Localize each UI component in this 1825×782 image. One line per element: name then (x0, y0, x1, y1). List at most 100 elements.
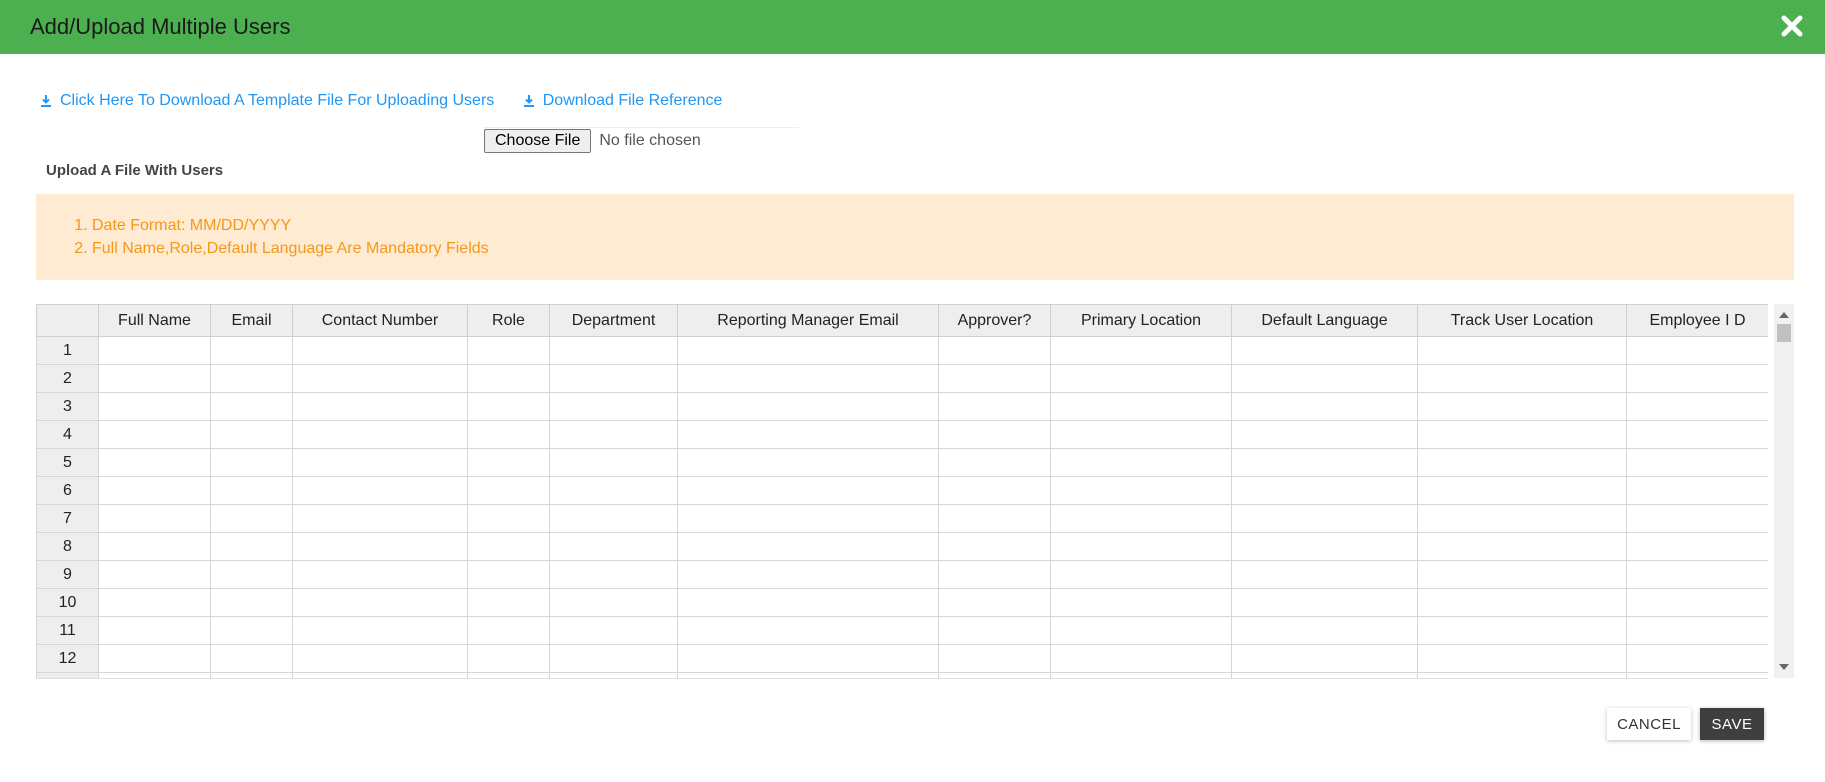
grid-cell[interactable] (1231, 504, 1418, 533)
grid-cell[interactable] (210, 588, 293, 617)
row-number[interactable]: 8 (36, 532, 99, 561)
grid-cell[interactable] (677, 476, 939, 505)
grid-cell[interactable] (1231, 448, 1418, 477)
grid-cell[interactable] (938, 448, 1051, 477)
grid-cell[interactable] (677, 616, 939, 645)
column-header-email[interactable]: Email (210, 304, 293, 337)
column-header-approver[interactable]: Approver? (938, 304, 1051, 337)
grid-cell[interactable] (467, 420, 550, 449)
grid-cell[interactable] (98, 532, 211, 561)
grid-cell[interactable] (938, 392, 1051, 421)
grid-cell[interactable] (677, 560, 939, 589)
grid-cell[interactable] (467, 560, 550, 589)
grid-cell[interactable] (292, 644, 468, 673)
grid-cell[interactable] (210, 420, 293, 449)
grid-cell[interactable] (1050, 448, 1232, 477)
grid-cell[interactable] (677, 532, 939, 561)
grid-cell[interactable] (210, 644, 293, 673)
grid-cell[interactable] (938, 364, 1051, 393)
grid-cell[interactable] (98, 476, 211, 505)
grid-cell[interactable] (210, 616, 293, 645)
grid-cell[interactable] (210, 560, 293, 589)
grid-cell[interactable] (1050, 420, 1232, 449)
row-number[interactable]: 7 (36, 504, 99, 533)
grid-cell[interactable] (1050, 644, 1232, 673)
grid-cell[interactable] (1231, 560, 1418, 589)
grid-cell[interactable] (1417, 616, 1627, 645)
column-header-track-user-location[interactable]: Track User Location (1417, 304, 1627, 337)
grid-cell[interactable] (1050, 532, 1232, 561)
grid-cell[interactable] (210, 504, 293, 533)
grid-cell[interactable] (292, 420, 468, 449)
grid-cell[interactable] (1417, 420, 1627, 449)
save-button[interactable]: SAVE (1700, 708, 1764, 740)
grid-cell[interactable] (549, 392, 678, 421)
grid-cell[interactable] (1626, 364, 1768, 393)
grid-cell[interactable] (1050, 504, 1232, 533)
grid-cell[interactable] (1231, 644, 1418, 673)
grid-cell[interactable] (1417, 532, 1627, 561)
grid-cell[interactable] (292, 392, 468, 421)
grid-cell[interactable] (1050, 588, 1232, 617)
column-header-role[interactable]: Role (467, 304, 550, 337)
grid-cell[interactable] (1231, 672, 1418, 678)
scroll-down-icon[interactable] (1779, 664, 1789, 670)
grid-cell[interactable] (467, 616, 550, 645)
grid-cell[interactable] (938, 644, 1051, 673)
grid-cell[interactable] (677, 644, 939, 673)
grid-cell[interactable] (98, 336, 211, 365)
grid-cell[interactable] (292, 560, 468, 589)
grid-cell[interactable] (938, 504, 1051, 533)
grid-cell[interactable] (677, 336, 939, 365)
grid-cell[interactable] (549, 588, 678, 617)
column-header-reporting-manager-email[interactable]: Reporting Manager Email (677, 304, 939, 337)
grid-cell[interactable] (292, 336, 468, 365)
grid-cell[interactable] (98, 420, 211, 449)
grid-cell[interactable] (1626, 420, 1768, 449)
grid-cell[interactable] (1626, 672, 1768, 678)
grid-cell[interactable] (1417, 476, 1627, 505)
grid-cell[interactable] (1417, 392, 1627, 421)
grid-cell[interactable] (1626, 644, 1768, 673)
close-icon[interactable] (1779, 13, 1805, 39)
grid-cell[interactable] (1417, 504, 1627, 533)
grid-cell[interactable] (677, 420, 939, 449)
column-header-default-language[interactable]: Default Language (1231, 304, 1418, 337)
corner-header[interactable] (36, 304, 99, 337)
row-number[interactable] (36, 672, 99, 678)
download-reference-link[interactable]: Download File Reference (523, 92, 722, 110)
column-header-department[interactable]: Department (549, 304, 678, 337)
column-header-contact-number[interactable]: Contact Number (292, 304, 468, 337)
download-template-link[interactable]: Click Here To Download A Template File F… (40, 92, 494, 110)
grid-cell[interactable] (549, 336, 678, 365)
grid-cell[interactable] (210, 364, 293, 393)
grid-cell[interactable] (467, 336, 550, 365)
grid-cell[interactable] (210, 532, 293, 561)
grid-cell[interactable] (938, 672, 1051, 678)
grid-cell[interactable] (1231, 420, 1418, 449)
grid-cell[interactable] (549, 532, 678, 561)
row-number[interactable]: 10 (36, 588, 99, 617)
grid-cell[interactable] (98, 588, 211, 617)
grid-cell[interactable] (1417, 672, 1627, 678)
grid-cell[interactable] (1231, 364, 1418, 393)
grid-cell[interactable] (1417, 448, 1627, 477)
grid-cell[interactable] (1050, 336, 1232, 365)
row-number[interactable]: 9 (36, 560, 99, 589)
grid-cell[interactable] (1626, 448, 1768, 477)
grid-cell[interactable] (1626, 616, 1768, 645)
grid-cell[interactable] (549, 672, 678, 678)
grid-cell[interactable] (210, 392, 293, 421)
grid-cell[interactable] (467, 476, 550, 505)
grid-cell[interactable] (292, 532, 468, 561)
grid-cell[interactable] (467, 588, 550, 617)
grid-cell[interactable] (98, 364, 211, 393)
grid-cell[interactable] (292, 448, 468, 477)
grid-cell[interactable] (1231, 588, 1418, 617)
grid-cell[interactable] (938, 336, 1051, 365)
row-number[interactable]: 12 (36, 644, 99, 673)
grid-cell[interactable] (1231, 476, 1418, 505)
grid-cell[interactable] (1050, 560, 1232, 589)
grid-cell[interactable] (549, 504, 678, 533)
grid-cell[interactable] (1417, 364, 1627, 393)
